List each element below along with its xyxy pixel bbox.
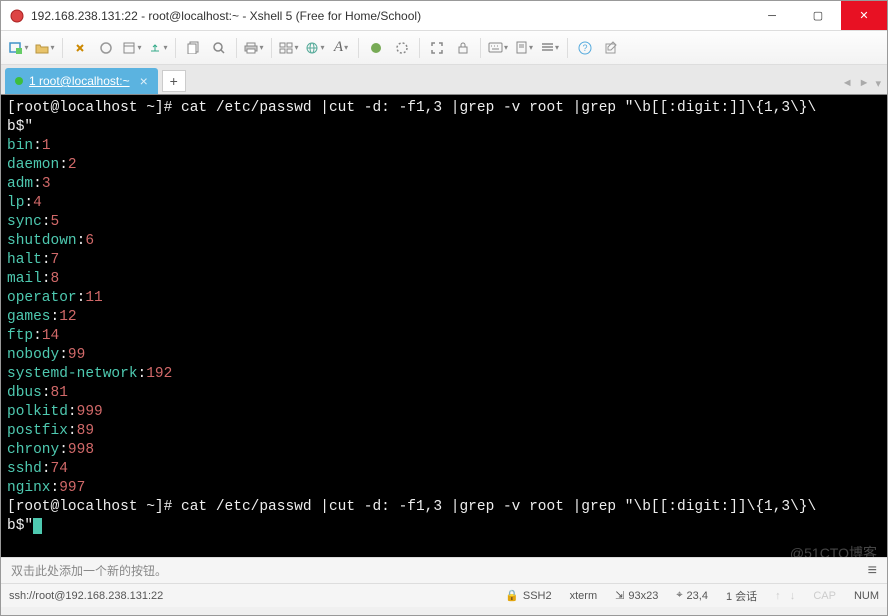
prompt-line-cont: b$" — [7, 118, 881, 137]
output-line: polkitd:999 — [7, 403, 881, 422]
output-line: nobody:99 — [7, 346, 881, 365]
disconnect-icon[interactable] — [94, 36, 118, 60]
separator — [567, 38, 568, 58]
output-line: daemon:2 — [7, 156, 881, 175]
svg-text:?: ? — [582, 43, 587, 53]
tab-nav: ◄ ► ▾ — [842, 77, 881, 90]
close-button[interactable]: ✕ — [841, 1, 887, 30]
separator — [358, 38, 359, 58]
output-line: sshd:74 — [7, 460, 881, 479]
list-icon[interactable] — [538, 36, 562, 60]
view-icon[interactable] — [277, 36, 301, 60]
open-icon[interactable] — [33, 36, 57, 60]
cursor-pos-icon: ⌖ — [676, 589, 682, 602]
hint-text: 双击此处添加一个新的按钮。 — [11, 562, 167, 579]
help-icon[interactable]: ? — [573, 36, 597, 60]
print-icon[interactable] — [242, 36, 266, 60]
separator — [175, 38, 176, 58]
output-line: systemd-network:192 — [7, 365, 881, 384]
copy-icon[interactable] — [181, 36, 205, 60]
separator — [480, 38, 481, 58]
output-line: sync:5 — [7, 213, 881, 232]
new-session-icon[interactable] — [7, 36, 31, 60]
status-term: xterm — [570, 590, 598, 602]
color-icon[interactable] — [364, 36, 388, 60]
highlight-icon[interactable] — [390, 36, 414, 60]
script-icon[interactable] — [512, 36, 536, 60]
window-controls: ─ ▢ ✕ — [749, 1, 887, 30]
output-line: ftp:14 — [7, 327, 881, 346]
output-line: lp:4 — [7, 194, 881, 213]
app-icon — [9, 8, 25, 24]
resize-icon: ⇲ — [615, 589, 624, 602]
titlebar: 192.168.238.131:22 - root@localhost:~ - … — [1, 1, 887, 31]
prompt-line: [root@localhost ~]# cat /etc/passwd |cut… — [7, 99, 881, 118]
statusbar: ssh://root@192.168.238.131:22 🔒SSH2 xter… — [1, 583, 887, 607]
tab-next-icon[interactable]: ► — [859, 77, 870, 90]
prompt-line: [root@localhost ~]# cat /etc/passwd |cut… — [7, 498, 881, 517]
find-icon[interactable] — [207, 36, 231, 60]
prompt-line-cont: b$" — [7, 517, 881, 536]
minimize-button[interactable]: ─ — [749, 1, 795, 30]
toolbar: A ? — [1, 31, 887, 65]
fullscreen-icon[interactable] — [425, 36, 449, 60]
output-line: operator:11 — [7, 289, 881, 308]
tab-menu-icon[interactable]: ▾ — [875, 77, 881, 90]
maximize-button[interactable]: ▢ — [795, 1, 841, 30]
status-dot-icon — [15, 77, 23, 85]
properties-icon[interactable] — [120, 36, 144, 60]
separator — [419, 38, 420, 58]
output-line: games:12 — [7, 308, 881, 327]
transfer-icon[interactable] — [146, 36, 170, 60]
output-line: halt:7 — [7, 251, 881, 270]
separator — [236, 38, 237, 58]
encoding-icon[interactable] — [303, 36, 327, 60]
terminal[interactable]: [root@localhost ~]# cat /etc/passwd |cut… — [1, 95, 887, 557]
reconnect-icon[interactable] — [68, 36, 92, 60]
output-line: shutdown:6 — [7, 232, 881, 251]
tab-close-icon[interactable]: × — [140, 73, 148, 89]
output-line: adm:3 — [7, 175, 881, 194]
status-proto: 🔒SSH2 — [505, 589, 551, 602]
output-line: dbus:81 — [7, 384, 881, 403]
status-num: NUM — [854, 590, 879, 602]
output-line: chrony:998 — [7, 441, 881, 460]
status-sessions: 1 会话 — [726, 588, 757, 604]
status-cursor: ⌖23,4 — [676, 589, 708, 602]
cursor — [33, 518, 42, 534]
window-title: 192.168.238.131:22 - root@localhost:~ - … — [31, 9, 749, 23]
footer-menu-icon[interactable]: ≡ — [868, 562, 877, 580]
tab-label: 1 root@localhost:~ — [29, 74, 130, 88]
status-connection: ssh://root@192.168.238.131:22 — [9, 590, 487, 602]
keyboard-icon[interactable] — [486, 36, 510, 60]
compose-icon[interactable] — [599, 36, 623, 60]
tabbar: 1 root@localhost:~ × + ◄ ► ▾ — [1, 65, 887, 95]
quick-button-bar[interactable]: 双击此处添加一个新的按钮。 ≡ — [1, 557, 887, 583]
session-tab[interactable]: 1 root@localhost:~ × — [5, 68, 158, 94]
lock-icon[interactable] — [451, 36, 475, 60]
status-size: ⇲ 93x23 — [615, 589, 658, 602]
output-line: bin:1 — [7, 137, 881, 156]
status-updown: ↑ ↓ — [775, 590, 795, 602]
lock-status-icon: 🔒 — [505, 589, 519, 602]
output-line: postfix:89 — [7, 422, 881, 441]
add-tab-button[interactable]: + — [162, 70, 186, 92]
font-icon[interactable]: A — [329, 36, 353, 60]
tab-prev-icon[interactable]: ◄ — [842, 77, 853, 90]
status-caps: CAP — [813, 590, 836, 602]
separator — [62, 38, 63, 58]
output-line: mail:8 — [7, 270, 881, 289]
output-line: nginx:997 — [7, 479, 881, 498]
separator — [271, 38, 272, 58]
